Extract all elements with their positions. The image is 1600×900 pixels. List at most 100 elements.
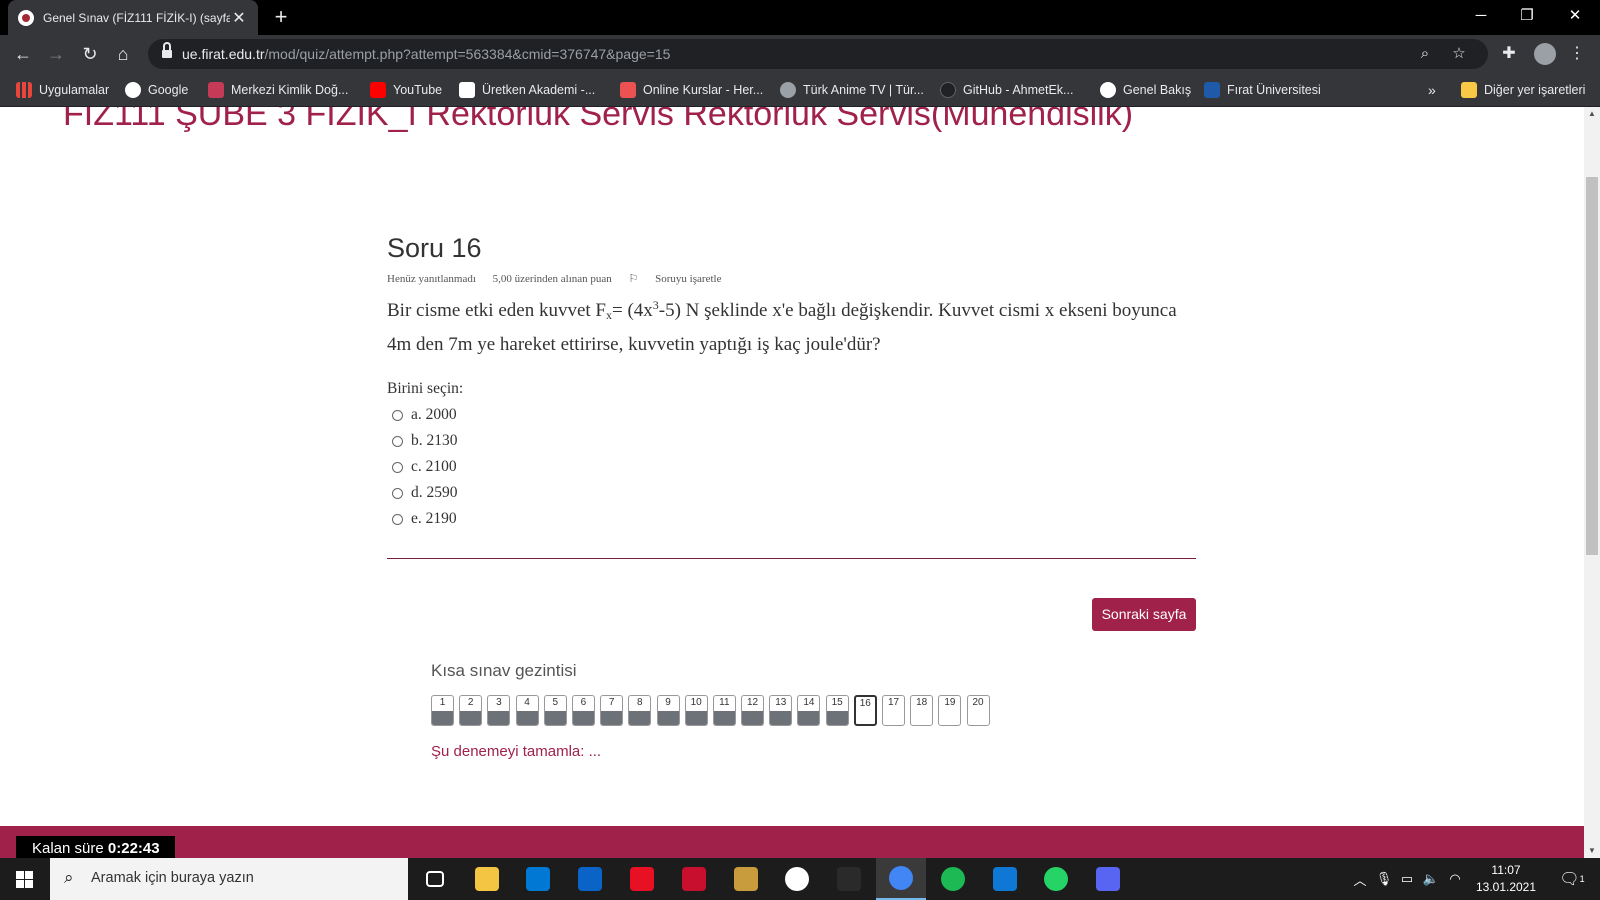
- discord-icon[interactable]: [1083, 858, 1133, 900]
- file-explorer-icon-glyph: [475, 867, 499, 891]
- battery-icon[interactable]: ▭: [1396, 858, 1418, 900]
- scroll-down-arrow-icon[interactable]: ▼: [1584, 844, 1600, 858]
- bookmark-firat-universitesi[interactable]: Fırat Üniversitesi: [1204, 81, 1321, 99]
- quiz-nav-button-18[interactable]: 18: [910, 695, 934, 726]
- close-window-button[interactable]: ✕: [1552, 0, 1598, 32]
- zoom-magnifier-icon[interactable]: ⌕: [1414, 43, 1436, 65]
- chrome-icon[interactable]: [876, 858, 926, 900]
- answered-indicator: [460, 711, 482, 725]
- quiz-nav-button-11[interactable]: 11: [712, 695, 736, 726]
- quiz-nav-button-4[interactable]: 4: [515, 695, 539, 726]
- bookmark-turk-anime[interactable]: Türk Anime TV | Tür...: [780, 81, 924, 99]
- minimize-window-button[interactable]: ─: [1458, 0, 1504, 32]
- volume-icon[interactable]: 🔈: [1420, 858, 1442, 900]
- firat-university-icon: [1204, 82, 1220, 98]
- quiz-nav-button-7[interactable]: 7: [600, 695, 624, 726]
- lock-icon[interactable]: [162, 42, 172, 59]
- answer-option-b[interactable]: b. 2130: [392, 428, 458, 454]
- radio-button[interactable]: [392, 513, 403, 525]
- scrollbar-thumb[interactable]: [1586, 177, 1598, 555]
- quiz-nav-button-5[interactable]: 5: [543, 695, 567, 726]
- quiz-nav-button-14[interactable]: 14: [797, 695, 821, 726]
- quiz-nav-button-17[interactable]: 17: [882, 695, 905, 726]
- lightning-app-icon[interactable]: [617, 858, 667, 900]
- bookmark-github[interactable]: GitHub - AhmetEk...: [940, 81, 1073, 99]
- notification-center-icon[interactable]: 🗨 1: [1554, 858, 1590, 900]
- profile-avatar[interactable]: [1534, 43, 1556, 65]
- outlook-icon-glyph: [993, 867, 1017, 891]
- bookmark-online-kurslar[interactable]: Online Kurslar - Her...: [620, 81, 763, 99]
- scroll-up-arrow-icon[interactable]: ▲: [1584, 107, 1600, 121]
- quiz-nav-button-9[interactable]: 9: [656, 695, 680, 726]
- bookmark-apps[interactable]: Uygulamalar: [16, 81, 109, 99]
- answer-option-a[interactable]: a. 2000: [392, 402, 458, 428]
- radio-button[interactable]: [392, 435, 403, 447]
- close-tab-icon[interactable]: ✕: [230, 8, 248, 28]
- outlook-icon[interactable]: [980, 858, 1030, 900]
- quiz-nav-button-1[interactable]: 1: [431, 695, 454, 726]
- microsoft-store-icon[interactable]: [513, 858, 563, 900]
- quiz-nav-button-label: 15: [831, 697, 843, 708]
- chrome-menu-icon[interactable]: ⋮: [1566, 43, 1588, 65]
- microphone-icon[interactable]: 🎙: [1374, 858, 1394, 900]
- ubisoft-connect-icon[interactable]: [772, 858, 822, 900]
- quiz-nav-button-2[interactable]: 2: [459, 695, 483, 726]
- file-explorer-icon[interactable]: [462, 858, 512, 900]
- extensions-puzzle-icon[interactable]: ✚: [1498, 43, 1520, 65]
- answer-option-d[interactable]: d. 2590: [392, 480, 458, 506]
- taskbar-search-box[interactable]: ⌕ Aramak için buraya yazın: [50, 858, 408, 900]
- bookmark-merkezi-kimlik[interactable]: Merkezi Kimlik Doğ...: [208, 81, 348, 99]
- reload-icon[interactable]: ↻: [77, 41, 103, 67]
- bookmark-star-icon[interactable]: ☆: [1448, 43, 1470, 65]
- show-hidden-icons-chevron-icon[interactable]: ︿: [1348, 858, 1372, 900]
- bookmark-google[interactable]: Google: [125, 81, 188, 99]
- forward-arrow-icon[interactable]: →: [43, 41, 69, 67]
- quiz-nav-button-16[interactable]: 16: [853, 695, 877, 726]
- url-text[interactable]: ue.firat.edu.tr/mod/quiz/attempt.php?att…: [182, 46, 670, 62]
- home-icon[interactable]: ⌂: [110, 41, 136, 67]
- epic-games-icon[interactable]: [824, 858, 874, 900]
- bookmark-uretken-akademi[interactable]: Üretken Akademi -...: [459, 81, 595, 99]
- whatsapp-icon[interactable]: [1031, 858, 1081, 900]
- bookmarks-overflow-button[interactable]: »: [1428, 81, 1436, 99]
- quiz-nav-button-15[interactable]: 15: [825, 695, 849, 726]
- quiz-nav-button-10[interactable]: 10: [684, 695, 708, 726]
- next-page-button[interactable]: Sonraki sayfa: [1092, 598, 1196, 631]
- answered-indicator: [798, 711, 820, 725]
- back-arrow-icon[interactable]: ←: [10, 41, 36, 67]
- mail-icon[interactable]: [565, 858, 615, 900]
- quiz-nav-button-13[interactable]: 13: [769, 695, 793, 726]
- windows-start-icon[interactable]: [0, 858, 48, 900]
- finish-attempt-link[interactable]: Şu denemeyi tamamla: ...: [431, 743, 601, 760]
- radio-button[interactable]: [392, 487, 403, 499]
- page-scrollbar[interactable]: ▲ ▼: [1584, 107, 1600, 858]
- vivaldi-icon[interactable]: [669, 858, 719, 900]
- quiz-nav-button-8[interactable]: 8: [628, 695, 652, 726]
- quiz-nav-button-label: 8: [637, 697, 643, 708]
- other-bookmarks-folder[interactable]: Diğer yer işaretleri: [1461, 81, 1585, 99]
- address-bar[interactable]: ue.firat.edu.tr/mod/quiz/attempt.php?att…: [148, 39, 1488, 69]
- league-of-legends-icon[interactable]: [721, 858, 771, 900]
- flag-question-link[interactable]: ⚐ Soruyu işaretle: [629, 273, 736, 285]
- answer-option-c[interactable]: c. 2100: [392, 454, 458, 480]
- new-tab-button[interactable]: +: [268, 4, 294, 30]
- quiz-nav-button-19[interactable]: 19: [938, 695, 962, 726]
- quiz-nav-button-3[interactable]: 3: [487, 695, 511, 726]
- bookmark-genel-bakis[interactable]: Genel Bakış: [1100, 81, 1191, 99]
- folder-icon: [1461, 82, 1477, 98]
- quiz-nav-button-6[interactable]: 6: [571, 695, 595, 726]
- task-view-icon[interactable]: [410, 858, 460, 900]
- vivaldi-icon-glyph: [682, 867, 706, 891]
- wifi-icon[interactable]: ◠: [1444, 858, 1466, 900]
- bookmark-youtube[interactable]: YouTube: [370, 81, 442, 99]
- quiz-nav-button-20[interactable]: 20: [966, 695, 990, 726]
- answer-option-e[interactable]: e. 2190: [392, 506, 458, 532]
- quiz-nav-button-12[interactable]: 12: [741, 695, 765, 726]
- restore-window-button[interactable]: ❐: [1504, 0, 1550, 32]
- spotify-icon[interactable]: [928, 858, 978, 900]
- radio-button[interactable]: [392, 461, 403, 473]
- course-title: FİZ111 ŞUBE 3 FİZİK_I Rektorluk Servis R…: [63, 107, 1134, 133]
- radio-button[interactable]: [392, 409, 403, 421]
- taskbar-clock[interactable]: 11:07 13.01.2021: [1470, 862, 1542, 896]
- browser-tab[interactable]: Genel Sınav (FİZ111 FİZİK-I) (sayfa ✕: [8, 0, 258, 35]
